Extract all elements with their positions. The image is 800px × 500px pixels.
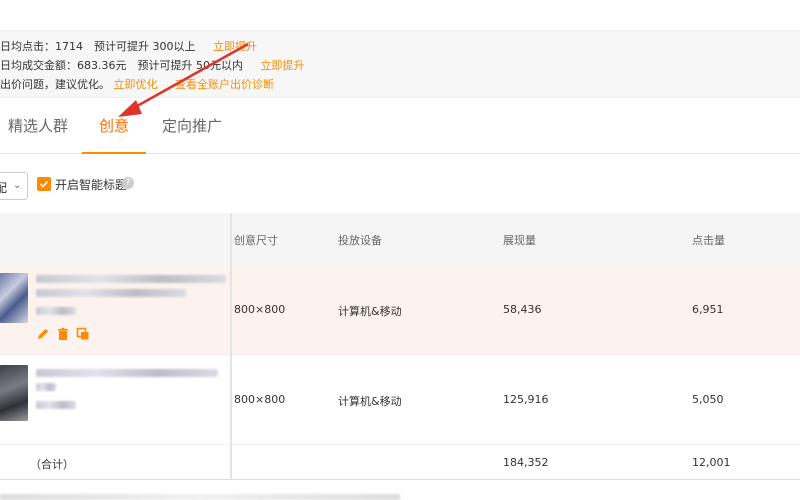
creative-dropdown[interactable]: 配 ⌄ [0, 172, 28, 200]
cell-clicks: 5,050 [692, 393, 724, 406]
total-impressions: 184,352 [503, 456, 549, 469]
cell-impressions: 125,916 [503, 393, 549, 406]
cell-impressions: 58,436 [503, 303, 542, 316]
cell-device: 计算机&移动 [338, 305, 402, 318]
notice-gmv-text: 日均成交金额：683.36元 预计可提升 50元以内 [0, 59, 243, 72]
blurred-meta [36, 401, 76, 409]
notice-line-clicks: 日均点击：1714 预计可提升 300以上 立即提升 [0, 38, 257, 54]
column-divider [230, 213, 232, 480]
optimization-notice: 日均点击：1714 预计可提升 300以上 立即提升 日均成交金额：683.36… [0, 30, 800, 98]
table-total-row: （合计） 184,352 12,001 [0, 445, 800, 480]
creative-table: 创意尺寸 投放设备 展现量 点击量 800×800 计算机&移动 58,436 … [0, 213, 800, 480]
header-device: 投放设备 [338, 234, 382, 247]
notice-bid-text: 出价问题，建议优化。 [0, 78, 110, 91]
cell-size: 800×800 [234, 393, 286, 406]
header-creative-size: 创意尺寸 [234, 234, 278, 247]
copy-icon[interactable] [76, 327, 90, 341]
tab-creative[interactable]: 创意 [82, 98, 146, 154]
notice-line-bid: 出价问题，建议优化。 立即优化 查看全账户出价诊断 [0, 76, 274, 92]
table-row: 800×800 计算机&移动 58,436 6,951 [0, 265, 800, 355]
tab-targeted-promotion[interactable]: 定向推广 [162, 98, 222, 154]
cell-size: 800×800 [234, 303, 286, 316]
check-icon [39, 180, 49, 188]
blurred-title [36, 275, 226, 283]
cell-clicks: 6,951 [692, 303, 724, 316]
blurred-footer [0, 494, 400, 500]
blurred-title [36, 383, 56, 391]
table-header: 创意尺寸 投放设备 展现量 点击量 [0, 213, 800, 265]
bid-diagnosis-link[interactable]: 查看全账户出价诊断 [175, 78, 274, 91]
notice-line-gmv: 日均成交金额：683.36元 预计可提升 50元以内 立即提升 [0, 57, 304, 73]
tab-bar: 精选人群 创意 定向推广 [0, 98, 800, 154]
header-clicks: 点击量 [692, 234, 725, 247]
blurred-title [36, 289, 186, 297]
header-impressions: 展现量 [503, 234, 536, 247]
blurred-title [36, 369, 218, 377]
smart-title-checkbox[interactable] [37, 177, 51, 191]
notice-clicks-text: 日均点击：1714 预计可提升 300以上 [0, 40, 196, 53]
help-icon[interactable]: ? [122, 177, 134, 189]
boost-clicks-link[interactable]: 立即提升 [213, 40, 257, 53]
tab-selected-audience[interactable]: 精选人群 [8, 98, 68, 154]
optimize-now-link[interactable]: 立即优化 [114, 78, 158, 91]
delete-icon[interactable] [56, 327, 70, 341]
total-clicks: 12,001 [692, 456, 731, 469]
blurred-meta [36, 307, 76, 315]
table-row: 800×800 计算机&移动 125,916 5,050 [0, 355, 800, 445]
edit-icon[interactable] [36, 327, 50, 341]
creative-thumbnail[interactable] [0, 365, 28, 421]
boost-gmv-link[interactable]: 立即提升 [260, 59, 304, 72]
cell-device: 计算机&移动 [338, 395, 402, 408]
creative-thumbnail[interactable] [0, 273, 28, 323]
chevron-down-icon: ⌄ [13, 180, 22, 191]
total-label: （合计） [30, 458, 74, 471]
smart-title-label: 开启智能标题 [55, 178, 128, 192]
creative-toolbar: 配 ⌄ 开启智能标题 ? [0, 170, 800, 202]
dropdown-value: 配 [0, 181, 8, 195]
top-band [0, 0, 800, 30]
